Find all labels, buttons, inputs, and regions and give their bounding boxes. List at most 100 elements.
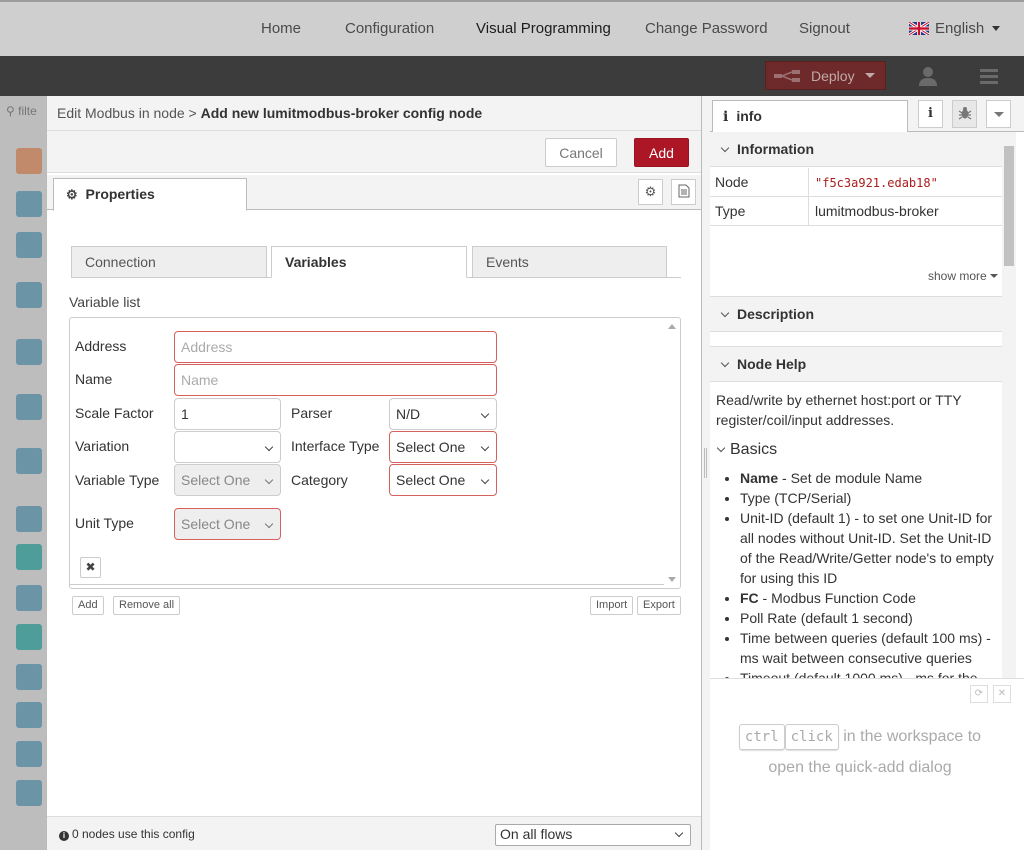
config-usage-text: 0 nodes use this config <box>72 827 195 841</box>
tab-variables[interactable]: Variables <box>271 246 467 278</box>
flows-scope-select[interactable]: On all flows <box>495 824 691 846</box>
dialog-footer: i0 nodes use this config On all flows <box>47 816 701 850</box>
help-item-text: Timeout (default 1000 ms) - ms for the c… <box>740 670 978 678</box>
list-item: Timeout (default 1000 ms) - ms for the c… <box>740 668 996 678</box>
caret-down-icon <box>990 274 998 278</box>
palette-node[interactable] <box>16 394 42 420</box>
gear-icon[interactable]: ⚙ <box>638 179 663 205</box>
export-button[interactable]: Export <box>637 596 681 615</box>
palette-node[interactable] <box>16 585 42 611</box>
palette-node[interactable] <box>16 780 42 806</box>
help-intro: Read/write by ethernet host:port or TTY … <box>716 392 962 428</box>
refresh-icon[interactable]: ⟳ <box>970 685 988 703</box>
node-help-section-header[interactable]: Node Help <box>710 346 1002 382</box>
add-variable-button[interactable]: Add <box>72 596 104 615</box>
help-item-text: Poll Rate (default 1 second) <box>740 610 913 626</box>
sidebar-content: Information Node "f5c3a921.edab18" Type … <box>710 132 1002 678</box>
variation-label: Variation <box>75 438 130 454</box>
palette-node[interactable] <box>16 664 42 690</box>
name-label: Name <box>75 371 113 387</box>
variable-type-select[interactable]: Select One <box>174 464 281 496</box>
palette-node[interactable] <box>16 191 42 217</box>
deploy-button[interactable]: Deploy <box>765 61 886 90</box>
palette-node[interactable] <box>16 624 42 650</box>
remove-all-button[interactable]: Remove all <box>113 596 181 615</box>
nav-change-password[interactable]: Change Password <box>645 20 768 37</box>
tab-connection[interactable]: Connection <box>71 246 267 278</box>
tab-events[interactable]: Events <box>472 246 667 278</box>
category-select[interactable]: Select One <box>389 464 497 496</box>
scroll-down-icon[interactable] <box>668 577 676 582</box>
chevron-down-icon <box>720 143 730 153</box>
kbd-click: click <box>784 724 839 750</box>
palette-node[interactable] <box>16 148 42 174</box>
scroll-up-icon[interactable] <box>668 324 676 329</box>
parser-select[interactable]: N/D <box>389 398 497 430</box>
language-label: English <box>935 20 985 37</box>
add-button[interactable]: Add <box>634 138 689 167</box>
chevron-down-icon <box>264 442 274 452</box>
chevron-down-icon <box>716 443 726 453</box>
palette-node[interactable] <box>16 702 42 728</box>
information-section-header[interactable]: Information <box>710 132 1002 167</box>
nav-visual-programming[interactable]: Visual Programming <box>476 20 611 37</box>
variable-list-scrollbar[interactable] <box>664 318 680 588</box>
tab-properties[interactable]: ⚙ Properties <box>53 178 247 211</box>
info-icon[interactable]: i <box>918 100 943 128</box>
address-input[interactable]: Address <box>174 331 497 363</box>
unit-type-select[interactable]: Select One <box>174 508 281 540</box>
gear-icon: ⚙ <box>66 187 78 202</box>
scrollbar-thumb[interactable] <box>1004 146 1014 266</box>
bug-icon[interactable] <box>952 100 977 128</box>
interface-type-select[interactable]: Select One <box>389 431 497 463</box>
sidebar-separator[interactable] <box>702 96 710 850</box>
tab-info-label: info <box>736 108 762 124</box>
menu-icon[interactable] <box>977 64 1001 88</box>
palette-node[interactable] <box>16 741 42 767</box>
dialog-button-bar: Cancel Add <box>47 131 701 173</box>
description-section-header[interactable]: Description <box>710 296 1002 332</box>
palette-node[interactable] <box>16 232 42 258</box>
close-icon[interactable]: ✕ <box>993 685 1011 703</box>
scale-factor-input[interactable]: 1 <box>174 398 281 430</box>
language-selector[interactable]: English <box>909 20 1001 37</box>
nav-signout[interactable]: Signout <box>799 20 850 37</box>
description-icon[interactable] <box>671 179 696 205</box>
user-icon[interactable] <box>916 64 940 88</box>
name-input[interactable]: Name <box>174 364 497 396</box>
basics-header[interactable]: Basics <box>716 440 996 460</box>
cancel-button[interactable]: Cancel <box>545 138 617 167</box>
help-item-text: Time between queries (default 100 ms) - … <box>740 630 991 666</box>
nav-home[interactable]: Home <box>261 20 301 37</box>
node-help-body: Read/write by ethernet host:port or TTY … <box>710 384 1002 678</box>
show-more-link[interactable]: show more <box>928 269 998 283</box>
variation-select[interactable] <box>174 431 281 463</box>
info-table: Node "f5c3a921.edab18" Type lumitmodbus-… <box>710 168 1002 226</box>
palette-node[interactable] <box>16 544 42 570</box>
table-row: Node "f5c3a921.edab18" <box>710 168 1002 197</box>
help-item-term: FC <box>740 590 759 606</box>
list-item: Type (TCP/Serial) <box>740 488 996 508</box>
chevron-down-icon <box>992 26 1001 31</box>
chevron-down-icon <box>480 442 490 452</box>
palette-node[interactable] <box>16 339 42 365</box>
help-item-text: Unit-ID (default 1) - to set one Unit-ID… <box>740 510 994 586</box>
palette-node[interactable] <box>16 282 42 308</box>
palette-filter[interactable]: ⚲ filte <box>6 104 37 118</box>
nav-configuration[interactable]: Configuration <box>345 20 434 37</box>
sidebar-scrollbar[interactable] <box>1002 132 1016 678</box>
breadcrumb-parent[interactable]: Edit Modbus in node <box>57 105 185 121</box>
dialog-title: Edit Modbus in node > Add new lumitmodbu… <box>47 96 701 131</box>
tab-info[interactable]: i info <box>712 100 908 133</box>
unit-type-label: Unit Type <box>75 515 134 531</box>
unit-type-value: Select One <box>181 516 251 532</box>
palette-node[interactable] <box>16 506 42 532</box>
sidebar-menu-button[interactable] <box>986 100 1011 128</box>
address-label: Address <box>75 338 127 354</box>
import-button[interactable]: Import <box>590 596 634 615</box>
remove-row-button[interactable]: ✖ <box>80 557 101 578</box>
palette-node[interactable] <box>16 448 42 474</box>
info-key: Node <box>715 174 749 190</box>
chevron-down-icon <box>674 828 684 838</box>
drag-handle-icon[interactable] <box>704 448 707 478</box>
